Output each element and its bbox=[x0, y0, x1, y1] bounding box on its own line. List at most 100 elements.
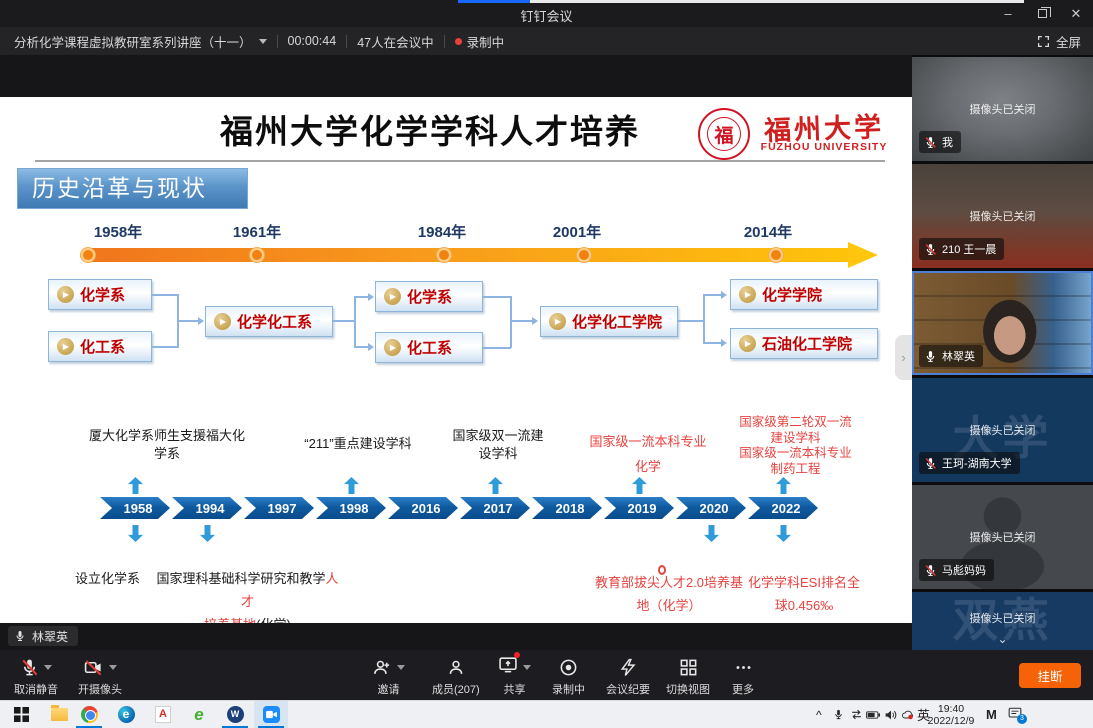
participant-name: 210 王一晨 bbox=[942, 241, 996, 257]
participant-name-pill: 马彪妈妈 bbox=[919, 559, 994, 581]
members-button[interactable]: 成员(207) bbox=[432, 657, 480, 697]
participant-tile[interactable]: 摄像头已关闭 210 王一晨 bbox=[912, 164, 1093, 268]
wps-taskbar-icon[interactable]: W bbox=[218, 701, 252, 728]
tray-volume-icon[interactable] bbox=[884, 701, 897, 728]
chevron-down-icon[interactable] bbox=[523, 665, 531, 670]
connector-line bbox=[510, 320, 532, 322]
tray-battery-icon[interactable] bbox=[866, 701, 880, 728]
close-button[interactable]: ✕ bbox=[1059, 0, 1093, 27]
window-titlebar: 钉钉会议 – ✕ bbox=[0, 0, 1093, 27]
chevron-down-icon[interactable] bbox=[44, 665, 52, 670]
share-screen-button[interactable]: 共享 bbox=[498, 657, 531, 697]
ie-taskbar-icon[interactable]: e bbox=[182, 701, 216, 728]
dingtalk-icon bbox=[263, 706, 280, 723]
windows-taskbar: e A e W ^ 英 19:40 2022/12/9 M 3 bbox=[0, 700, 1093, 728]
participant-tile[interactable]: 摄像头已关闭 我 bbox=[912, 57, 1093, 161]
participant-sidebar: 摄像头已关闭 我 摄像头已关闭 210 王一晨 林翠英 大学 摄像头已关闭 bbox=[912, 55, 1093, 650]
participant-tile[interactable]: 大学 摄像头已关闭 王珂-湖南大学 bbox=[912, 378, 1093, 482]
minimize-button[interactable]: – bbox=[991, 0, 1025, 27]
maximize-button[interactable] bbox=[1025, 0, 1059, 27]
person-add-icon bbox=[372, 658, 392, 677]
participant-tile-active-speaker[interactable]: 林翠英 bbox=[912, 271, 1093, 375]
participant-tile[interactable]: 双燕 摄像头已关闭 ⌄ bbox=[912, 592, 1093, 650]
participant-count: 47人在会议中 bbox=[357, 32, 433, 51]
windows-logo-icon bbox=[14, 707, 29, 722]
camera-off-label: 摄像头已关闭 bbox=[912, 422, 1093, 438]
dingtalk-taskbar-icon[interactable] bbox=[254, 701, 288, 728]
tray-network-icon[interactable] bbox=[850, 701, 863, 728]
chevron-down-icon[interactable] bbox=[397, 665, 405, 670]
participant-tile[interactable]: 摄像头已关闭 马彪妈妈 bbox=[912, 485, 1093, 589]
org-box: ▶化学学院 bbox=[730, 279, 878, 310]
start-button[interactable] bbox=[4, 701, 38, 728]
chevron-down-icon[interactable]: ⌄ bbox=[912, 632, 1093, 646]
tray-ime-icon[interactable]: M bbox=[986, 701, 997, 728]
chrome-taskbar-icon[interactable] bbox=[72, 701, 106, 728]
invite-button[interactable]: 邀请 bbox=[372, 657, 405, 697]
connector-line bbox=[354, 296, 356, 347]
participant-name: 我 bbox=[942, 134, 953, 150]
active-speaker-name: 林翠英 bbox=[32, 628, 68, 645]
divider bbox=[444, 35, 445, 48]
participant-name-pill: 林翠英 bbox=[919, 345, 983, 367]
window-title: 钉钉会议 bbox=[0, 6, 1093, 25]
era-year: 1961年 bbox=[212, 221, 302, 242]
clock-date: 2022/12/9 bbox=[928, 715, 975, 727]
switch-view-button[interactable]: 切换视图 bbox=[666, 657, 710, 697]
lightning-icon bbox=[619, 658, 638, 677]
era-year: 1984年 bbox=[397, 221, 487, 242]
era-marker bbox=[437, 248, 451, 262]
era-marker bbox=[250, 248, 264, 262]
divider bbox=[346, 35, 347, 48]
play-bullet-icon: ▶ bbox=[739, 286, 756, 303]
title-divider bbox=[35, 160, 885, 162]
grid-icon bbox=[679, 658, 698, 677]
notification-dot bbox=[514, 652, 520, 658]
tray-clock[interactable]: 19:40 2022/12/9 bbox=[920, 701, 982, 728]
milestone-year: 2018 bbox=[532, 497, 602, 519]
recording-button[interactable]: 录制中 bbox=[552, 657, 585, 697]
meeting-title[interactable]: 分析化学课程虚拟教研室系列讲座（十一） bbox=[14, 32, 252, 51]
chevron-down-icon[interactable] bbox=[109, 665, 117, 670]
tray-security-icon[interactable] bbox=[901, 701, 914, 728]
tray-expand-button[interactable]: ^ bbox=[816, 701, 822, 728]
more-button[interactable]: 更多 bbox=[732, 657, 754, 697]
folder-icon bbox=[51, 708, 68, 721]
era-year: 2001年 bbox=[532, 221, 622, 242]
era-timeline-arrow bbox=[80, 248, 850, 262]
milestone-year: 2016 bbox=[388, 497, 458, 519]
tray-mic-icon[interactable] bbox=[833, 701, 844, 728]
connector-line bbox=[703, 294, 721, 296]
acrobat-taskbar-icon[interactable]: A bbox=[146, 701, 180, 728]
file-explorer-taskbar-icon[interactable] bbox=[42, 701, 76, 728]
hangup-button[interactable]: 挂断 bbox=[1019, 663, 1081, 688]
milestone-note: 国家理科基础科学研究和教学人才 培养基地(化学) bbox=[150, 567, 345, 623]
unmute-button[interactable]: 取消静音 bbox=[14, 657, 58, 697]
connector-arrow bbox=[721, 339, 727, 347]
chrome-icon bbox=[81, 706, 98, 723]
milestone-note: 国家级一流本科专业 化学 bbox=[586, 429, 710, 479]
play-bullet-icon: ▶ bbox=[214, 313, 231, 330]
meeting-main-area: 福州大学化学学科人才培养 福 福州大学 FUZHOU UNIVERSITY 历史… bbox=[0, 55, 1093, 650]
up-arrow-icon bbox=[488, 477, 503, 494]
down-arrow-icon bbox=[704, 525, 719, 542]
camera-on-button[interactable]: 开摄像头 bbox=[78, 657, 122, 697]
sidebar-collapse-handle[interactable]: › bbox=[895, 335, 912, 380]
fullscreen-button[interactable]: 全屏 bbox=[1037, 27, 1081, 55]
mic-muted-icon bbox=[924, 564, 937, 577]
org-box: ▶石油化工学院 bbox=[730, 328, 878, 359]
laser-pointer-dot bbox=[658, 565, 666, 575]
milestone-year: 2020 bbox=[676, 497, 746, 519]
section-heading: 历史沿革与现状 bbox=[17, 168, 248, 209]
participant-name: 马彪妈妈 bbox=[942, 562, 986, 578]
presentation-slide: 福州大学化学学科人才培养 福 福州大学 FUZHOU UNIVERSITY 历史… bbox=[0, 97, 912, 623]
tray-notification-icon[interactable]: 3 bbox=[1008, 701, 1022, 728]
camera-off-icon bbox=[83, 658, 104, 677]
milestone-note: 厦大化学系师生支援福大化 学系 bbox=[87, 427, 247, 462]
chevron-down-icon[interactable] bbox=[259, 39, 267, 44]
meeting-toolbar: 取消静音 开摄像头 邀请 成员(207) 共享 录制中 会议纪要 切换视图 更多 bbox=[0, 650, 1093, 700]
meeting-minutes-button[interactable]: 会议纪要 bbox=[606, 657, 650, 697]
edge-taskbar-icon[interactable]: e bbox=[109, 701, 143, 728]
up-arrow-icon bbox=[632, 477, 647, 494]
mic-muted-icon bbox=[924, 136, 937, 149]
